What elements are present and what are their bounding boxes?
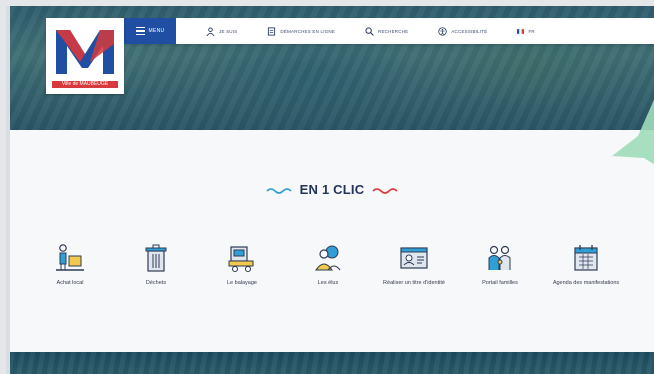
nav-accessibilite[interactable]: ACCESSIBILITÉ bbox=[438, 26, 488, 36]
nav-label: ACCESSIBILITÉ bbox=[451, 28, 488, 34]
nav-label: FR bbox=[528, 28, 535, 34]
menu-label: MENU bbox=[148, 28, 165, 34]
id-card-icon bbox=[400, 247, 428, 269]
quick-links-list: Achat local Déchets Le balayage Les élus… bbox=[30, 240, 650, 310]
tile-titre-identite[interactable]: Réaliser un titre d'identité bbox=[374, 240, 454, 288]
nav-label: DÉMARCHES EN LIGNE bbox=[280, 28, 336, 34]
tile-label: Portail familles bbox=[482, 280, 518, 286]
tile-label: Les élus bbox=[317, 280, 339, 286]
person-icon bbox=[206, 26, 215, 36]
quick-links-section: EN 1 CLIC Achat local Déchets Le balayag… bbox=[10, 130, 654, 352]
top-navigation: MENU JE SUIS DÉMARCHES EN LIGNE RECHERCH… bbox=[124, 18, 654, 44]
tile-label: Achat local bbox=[56, 280, 84, 286]
tile-balayage[interactable]: Le balayage bbox=[202, 240, 282, 288]
wave-left-icon bbox=[266, 187, 292, 194]
nav-language[interactable]: FR bbox=[517, 28, 535, 34]
logo-caption: Ville de MAUBEUGE bbox=[52, 81, 118, 88]
nav-demarches[interactable]: DÉMARCHES EN LIGNE bbox=[267, 26, 336, 36]
shopping-icon bbox=[56, 244, 84, 271]
nav-je-suis[interactable]: JE SUIS bbox=[206, 26, 238, 36]
document-icon bbox=[268, 26, 276, 36]
tile-portail-familles[interactable]: Portail familles bbox=[460, 240, 540, 288]
tile-achat-local[interactable]: Achat local bbox=[30, 240, 110, 288]
tile-label: Le balayage bbox=[227, 280, 257, 286]
tile-agenda[interactable]: Agenda des manifestations bbox=[546, 240, 626, 288]
tile-label: Réaliser un titre d'identité bbox=[383, 280, 445, 286]
menu-button[interactable]: MENU bbox=[124, 18, 176, 44]
hamburger-icon bbox=[135, 27, 145, 35]
calendar-icon bbox=[574, 245, 598, 271]
family-icon bbox=[488, 245, 511, 270]
trash-bin-icon bbox=[145, 244, 167, 272]
green-arrow-overlay bbox=[612, 99, 654, 165]
tile-label: Déchets bbox=[145, 280, 167, 286]
nav-recherche[interactable]: RECHERCHE bbox=[365, 26, 409, 36]
tile-label: Agenda des manifestations bbox=[552, 280, 620, 286]
street-sweeper-icon bbox=[228, 246, 254, 273]
flag-icon bbox=[517, 28, 525, 34]
logo-m-icon bbox=[56, 30, 114, 74]
nav-label: JE SUIS bbox=[219, 28, 238, 34]
elected-officials-icon bbox=[314, 245, 341, 271]
section-title: EN 1 CLIC bbox=[299, 182, 365, 197]
page-frame: Ville de MAUBEUGE MENU JE SUIS DÉMARCHES… bbox=[6, 6, 654, 374]
wave-right-icon bbox=[372, 187, 398, 194]
tile-les-elus[interactable]: Les élus bbox=[288, 240, 368, 288]
accessibility-icon bbox=[438, 26, 448, 36]
section-heading: EN 1 CLIC bbox=[10, 182, 654, 197]
search-icon bbox=[365, 26, 374, 36]
footer-band bbox=[10, 352, 654, 374]
tile-dechets[interactable]: Déchets bbox=[116, 240, 196, 288]
nav-label: RECHERCHE bbox=[378, 28, 409, 34]
site-logo[interactable]: Ville de MAUBEUGE bbox=[46, 18, 124, 94]
